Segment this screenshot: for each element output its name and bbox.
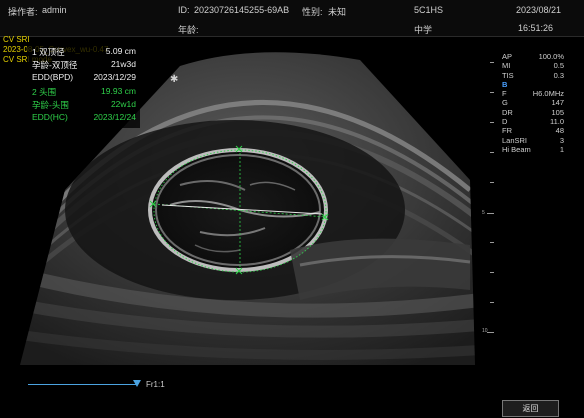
- param-key: MI: [502, 61, 511, 71]
- param-row: G 147: [502, 98, 564, 107]
- depth-tick: [490, 272, 494, 273]
- depth-tick: [490, 182, 494, 183]
- param-value: 0.5: [553, 61, 564, 71]
- depth-scale: 5 10: [482, 62, 494, 362]
- param-value: 100.0%: [538, 52, 564, 61]
- frame-label: Fr1:1: [146, 380, 165, 389]
- measurement-label: 孕龄-头围: [32, 100, 69, 110]
- param-value: 3: [559, 135, 564, 145]
- param-key: D: [502, 117, 508, 127]
- param-key: LanSRI: [502, 135, 528, 145]
- depth-tick: [490, 242, 494, 243]
- param-row: LanSRI 3: [502, 136, 564, 145]
- param-key: F: [502, 89, 507, 99]
- depth-tick: [490, 152, 494, 153]
- measurement-value: 21w3d: [110, 59, 136, 69]
- measurement-value: 2023/12/29: [93, 72, 136, 82]
- cine-position-marker-icon[interactable]: [133, 380, 141, 387]
- param-value: 0.3: [553, 70, 564, 80]
- measurement-row: 孕龄-头围 22w1d: [32, 99, 136, 111]
- measurement-value: 19.93 cm: [101, 86, 136, 96]
- measurement-value: 2023/12/24: [93, 112, 136, 122]
- mode-label: B: [502, 79, 508, 89]
- measurement-label: EDD(BPD): [32, 72, 74, 82]
- depth-tick-major: [487, 332, 494, 333]
- measurement-value: 5.09 cm: [105, 46, 136, 56]
- param-row: AP 100.0%: [502, 52, 564, 61]
- back-button[interactable]: 返回: [502, 400, 559, 417]
- param-row: B: [502, 80, 564, 89]
- param-row: F H6.0MHz: [502, 89, 564, 98]
- param-key: Hi Beam: [502, 144, 531, 154]
- measurement-label: EDD(HC): [32, 112, 68, 122]
- depth-tick: [490, 62, 494, 63]
- param-value: H6.0MHz: [532, 89, 564, 99]
- measurement-label: 1 双顶径: [32, 47, 65, 57]
- param-value: 105: [551, 107, 564, 117]
- param-value: 147: [551, 98, 564, 108]
- param-row: Hi Beam 1: [502, 145, 564, 154]
- measurement-label: 2 头围: [32, 87, 57, 97]
- measurement-row: EDD(BPD) 2023/12/29: [32, 72, 136, 84]
- depth-tick: [490, 92, 494, 93]
- param-row: DR 105: [502, 108, 564, 117]
- param-row: TIS 0.3: [502, 71, 564, 80]
- measurement-label: 孕龄-双顶径: [32, 60, 78, 70]
- depth-tick: [490, 302, 494, 303]
- measurement-panel: 1 双顶径 5.09 cm 孕龄-双顶径 21w3d EDD(BPD) 2023…: [27, 43, 140, 128]
- depth-tick: [490, 122, 494, 123]
- param-key: AP: [502, 52, 513, 61]
- param-row: MI 0.5: [502, 61, 564, 70]
- depth-label: 10: [482, 328, 488, 334]
- param-key: FR: [502, 126, 512, 136]
- cine-progress-bar[interactable]: [28, 384, 136, 385]
- param-key: G: [502, 98, 508, 108]
- param-value: 1: [559, 144, 564, 154]
- param-row: FR 48: [502, 126, 564, 135]
- overlay-line-1: CV SRI: [3, 35, 30, 44]
- param-key: TIS: [502, 70, 514, 80]
- measurement-row: 2 头围 19.93 cm: [32, 86, 136, 98]
- measurement-value: 22w1d: [110, 99, 136, 109]
- measurement-row: 孕龄-双顶径 21w3d: [32, 59, 136, 71]
- param-value: 48: [555, 126, 564, 136]
- param-value: 11.0: [549, 117, 564, 127]
- imaging-parameters: AP 100.0% MI 0.5 TIS 0.3 B F H6.0MHz G 147 DR…: [502, 52, 564, 154]
- param-row: D 11.0: [502, 117, 564, 126]
- depth-tick-major: [487, 213, 494, 214]
- focus-marker-icon: ✱: [170, 74, 178, 85]
- depth-label: 5: [482, 210, 485, 216]
- measurement-row: 1 双顶径 5.09 cm: [32, 46, 136, 58]
- param-key: DR: [502, 107, 513, 117]
- measurement-row: EDD(HC) 2023/12/24: [32, 112, 136, 124]
